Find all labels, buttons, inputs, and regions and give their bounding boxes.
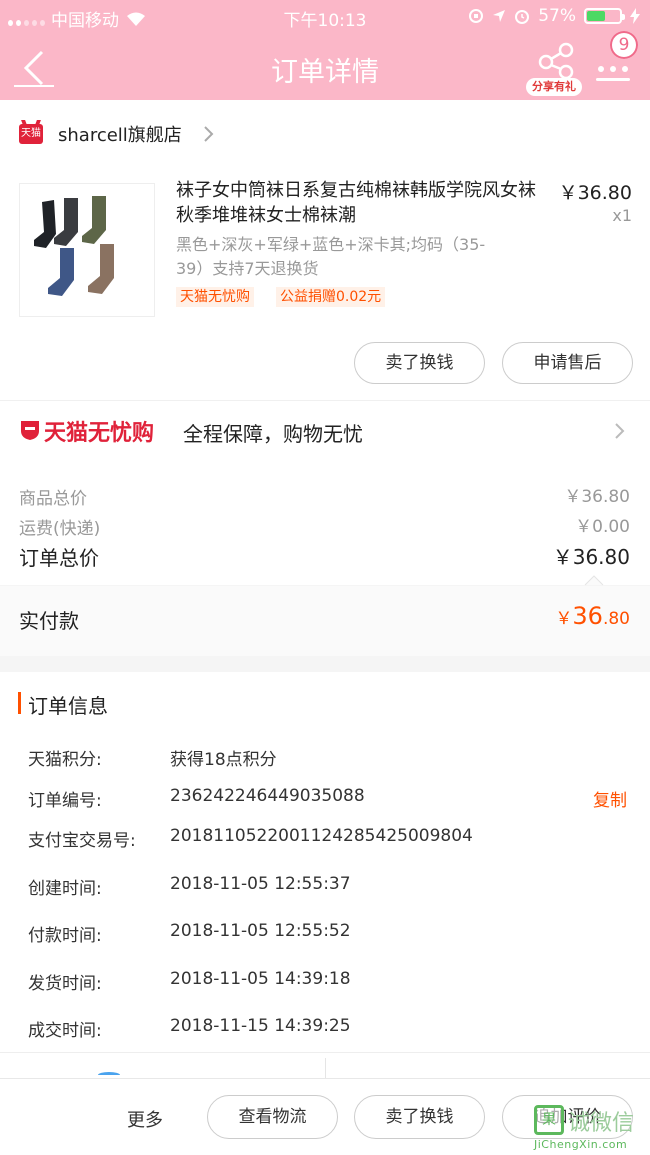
tag-worry-free: 天猫无忧购 (176, 287, 254, 307)
tag-charity: 公益捐赠0.02元 (276, 287, 386, 307)
info-label-completed: 成交时间: (28, 1021, 102, 1041)
info-value-created: 2018-11-05 12:55:37 (170, 874, 351, 894)
copy-order-number-button[interactable]: 复制 (593, 786, 627, 811)
info-label-alipay: 支付宝交易号: (28, 831, 136, 851)
guarantee-text: 全程保障，购物无忧 (183, 422, 363, 446)
status-bar: 中国移动 下午10:13 57% (0, 0, 650, 34)
info-label-created: 创建时间: (28, 879, 102, 899)
section-accent-bar (18, 692, 21, 714)
share-button[interactable]: 分享有礼 (526, 40, 582, 98)
subtotal-label: 商品总价 (19, 489, 87, 509)
after-sales-button[interactable]: 申请售后 (502, 342, 633, 384)
info-label-shipped: 发货时间: (28, 974, 102, 994)
paid-decimal: .80 (602, 609, 630, 629)
view-logistics-button[interactable]: 查看物流 (207, 1095, 338, 1139)
product-price: ￥36.80 (558, 182, 632, 204)
product-quantity: x1 (612, 206, 632, 225)
paid-value: ￥36.80 (555, 602, 630, 630)
info-value-shipped: 2018-11-05 14:39:18 (170, 969, 351, 989)
info-label-points: 天猫积分: (28, 750, 102, 770)
location-icon (493, 10, 506, 22)
guarantee-brand: 天猫无忧购 (44, 421, 155, 446)
order-total-label: 订单总价 (19, 546, 99, 570)
info-label-paid: 付款时间: (28, 926, 102, 946)
order-total-value: ￥36.80 (552, 545, 630, 569)
watermark-domain: JiChengXin.com (534, 1138, 628, 1151)
divider (325, 1058, 326, 1078)
status-right: 57% (468, 6, 640, 26)
order-info-title: 订单信息 (28, 694, 108, 718)
alarm-icon (515, 10, 530, 24)
shop-name[interactable]: sharcell旗舰店 (58, 121, 182, 147)
order-info-card (0, 672, 650, 1052)
info-value-alipay: 2018110522001124285425009804 (170, 826, 473, 846)
share-label: 分享有礼 (526, 78, 582, 96)
notification-badge: 9 (610, 31, 638, 59)
sell-for-cash-button[interactable]: 卖了换钱 (354, 342, 485, 384)
chevron-right-icon (615, 423, 625, 439)
more-actions-button[interactable]: 更多 (127, 1106, 163, 1132)
watermark: 果 诚微信 JiChengXin.com (534, 1105, 650, 1155)
watermark-text: 诚微信 (568, 1111, 635, 1136)
subtotal-value: ￥36.80 (564, 487, 630, 507)
chevron-right-icon (204, 126, 214, 142)
info-label-order-number: 订单编号: (28, 791, 102, 811)
more-menu-button[interactable] (594, 62, 634, 98)
paid-amount-row (0, 586, 650, 656)
more-dots-icon (598, 66, 628, 72)
paid-currency: ￥ (555, 609, 573, 629)
tmall-logo-icon: 天猫 (19, 124, 43, 144)
sell-for-cash-bottom-button[interactable]: 卖了换钱 (354, 1095, 485, 1139)
shipping-value: ￥0.00 (575, 517, 630, 537)
product-thumbnail[interactable] (19, 183, 155, 317)
info-value-order-number: 236242246449035088 (170, 786, 365, 806)
product-sku: 黑色+深灰+军绿+蓝色+深卡其;均码（35-39）支持7天退换货 (176, 235, 486, 278)
shield-icon (21, 421, 39, 440)
info-value-paid: 2018-11-05 12:55:52 (170, 921, 351, 941)
socks-image (34, 196, 114, 296)
info-value-points: 获得18点积分 (170, 750, 277, 770)
paid-integer: 36 (572, 602, 603, 630)
watermark-logo: 果 (534, 1105, 564, 1135)
nav-bar: 订单详情 分享有礼 (0, 34, 650, 100)
battery-percent: 57% (538, 6, 576, 26)
charging-icon (630, 8, 640, 24)
paid-label: 实付款 (19, 609, 79, 633)
shipping-label: 运费(快递) (19, 519, 101, 539)
share-icon (538, 42, 574, 80)
rotation-lock-icon (469, 9, 484, 23)
caret-up-icon (584, 575, 604, 586)
product-title[interactable]: 袜子女中筒袜日系复古纯棉袜韩版学院风女袜秋季堆堆袜女士棉袜潮 (176, 178, 536, 228)
info-value-completed: 2018-11-15 14:39:25 (170, 1016, 351, 1036)
battery-icon (584, 8, 625, 24)
